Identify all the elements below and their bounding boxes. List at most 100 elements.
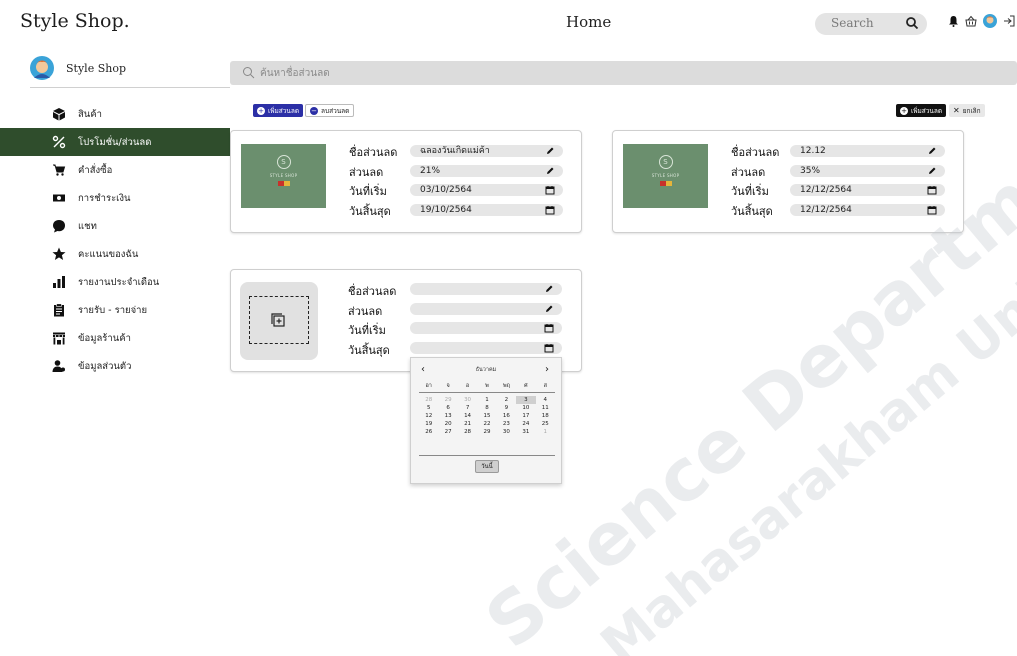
- pencil-icon[interactable]: [545, 166, 555, 176]
- sidebar-item-monthly-report[interactable]: รายงานประจำเดือน: [0, 268, 230, 296]
- sidebar-item-payments[interactable]: การชำระเงิน: [0, 184, 230, 212]
- calendar-day[interactable]: 22: [477, 420, 496, 428]
- discount-name-field[interactable]: 12.12: [790, 145, 945, 157]
- discount-name-value: ฉลองวันเกิดแม่ค้า: [420, 146, 490, 156]
- pencil-icon[interactable]: [544, 284, 554, 294]
- pencil-icon[interactable]: [544, 304, 554, 314]
- add-discount-button[interactable]: + เพิ่มส่วนลด: [253, 104, 304, 117]
- header-search[interactable]: Search: [815, 13, 927, 35]
- calendar-day[interactable]: 17: [516, 412, 535, 420]
- calendar-day[interactable]: 20: [438, 420, 457, 428]
- new-start-date-field[interactable]: [410, 322, 562, 334]
- pencil-icon[interactable]: [927, 166, 937, 176]
- calendar-day[interactable]: 8: [477, 404, 496, 412]
- discount-name-field[interactable]: ฉลองวันเกิดแม่ค้า: [410, 145, 563, 157]
- calendar-day[interactable]: 31: [516, 428, 535, 436]
- start-date-value: 12/12/2564: [800, 185, 852, 195]
- calendar-day[interactable]: 3: [516, 396, 536, 404]
- image-upload[interactable]: [240, 282, 318, 360]
- calendar-day[interactable]: 1: [477, 396, 496, 404]
- calendar-day[interactable]: 29: [477, 428, 496, 436]
- sidebar-item-profile-info[interactable]: ข้อมูลส่วนตัว: [0, 352, 230, 380]
- sidebar-item-products[interactable]: สินค้า: [0, 100, 230, 128]
- calendar-day[interactable]: 21: [458, 420, 477, 428]
- calendar-day[interactable]: 9: [497, 404, 516, 412]
- calendar-day[interactable]: 7: [458, 404, 477, 412]
- calendar-day[interactable]: 11: [536, 404, 555, 412]
- calendar-day[interactable]: 13: [438, 412, 457, 420]
- add-image-icon[interactable]: [271, 313, 287, 329]
- sidebar-item-income-expense[interactable]: รายรับ - รายจ่าย: [0, 296, 230, 324]
- search-icon[interactable]: [905, 16, 919, 30]
- calendar-day[interactable]: 30: [458, 396, 477, 404]
- header-search-input[interactable]: Search: [831, 16, 874, 30]
- calendar-day[interactable]: 18: [536, 412, 555, 420]
- discount-search-input[interactable]: ค้นหาชื่อส่วนลด: [260, 66, 330, 81]
- calendar-day[interactable]: 14: [458, 412, 477, 420]
- today-button[interactable]: วันนี้: [475, 460, 499, 473]
- calendar-day[interactable]: 5: [419, 404, 438, 412]
- calendar-day[interactable]: 25: [536, 420, 555, 428]
- sidebar-item-orders[interactable]: คำสั่งซื้อ: [0, 156, 230, 184]
- sidebar-item-chat[interactable]: แชท: [0, 212, 230, 240]
- pencil-icon[interactable]: [545, 146, 555, 156]
- discount-value-field[interactable]: 21%: [410, 165, 563, 177]
- calendar-day[interactable]: 27: [438, 428, 457, 436]
- label-end-date: วันสิ้นสุด: [349, 205, 391, 218]
- bell-icon[interactable]: [948, 15, 959, 27]
- calendar-day[interactable]: 19: [419, 420, 438, 428]
- calendar-day[interactable]: 10: [516, 404, 535, 412]
- sidebar-item-label: การชำระเงิน: [78, 192, 131, 204]
- logout-icon[interactable]: [1003, 15, 1015, 27]
- sidebar-item-promotions[interactable]: โปรโมชั่น/ส่วนลด: [0, 128, 230, 156]
- calendar-day[interactable]: 2: [497, 396, 516, 404]
- profile[interactable]: Style Shop: [30, 56, 126, 80]
- label-start-date: วันที่เริ่ม: [349, 185, 387, 198]
- calendar-day[interactable]: 26: [419, 428, 438, 436]
- start-date-field[interactable]: 03/10/2564: [410, 184, 563, 196]
- avatar[interactable]: [30, 56, 54, 80]
- calendar-day[interactable]: 28: [458, 428, 477, 436]
- calendar-day[interactable]: 29: [438, 396, 457, 404]
- end-date-field[interactable]: 19/10/2564: [410, 204, 563, 216]
- discount-value-field[interactable]: 35%: [790, 165, 945, 177]
- calendar-icon[interactable]: [544, 343, 554, 353]
- brand-logo[interactable]: Style Shop.: [20, 10, 130, 32]
- top-bar: Style Shop. Home Search: [0, 0, 1017, 44]
- calendar-day[interactable]: 1: [536, 428, 555, 436]
- calendar-day[interactable]: 4: [536, 396, 555, 404]
- add-discount-button-secondary[interactable]: + เพิ่มส่วนลด: [896, 104, 947, 117]
- calendar-day[interactable]: 24: [516, 420, 535, 428]
- cancel-button[interactable]: ✕ ยกเลิก: [949, 104, 985, 117]
- calendar-day[interactable]: 23: [497, 420, 516, 428]
- calendar-day[interactable]: 30: [497, 428, 516, 436]
- avatar-icon[interactable]: [983, 14, 997, 28]
- label-end-date: วันสิ้นสุด: [348, 344, 390, 357]
- calendar-day[interactable]: 15: [477, 412, 496, 420]
- calendar-day[interactable]: 6: [438, 404, 457, 412]
- start-date-field[interactable]: 12/12/2564: [790, 184, 945, 196]
- discount-search[interactable]: ค้นหาชื่อส่วนลด: [230, 61, 1017, 85]
- calendar-icon[interactable]: [927, 205, 937, 215]
- sidebar-item-store-info[interactable]: ข้อมูลร้านค้า: [0, 324, 230, 352]
- discount-name-value: 12.12: [800, 146, 826, 156]
- basket-icon[interactable]: [965, 15, 977, 27]
- sidebar-item-points[interactable]: คะแนนของฉัน: [0, 240, 230, 268]
- calendar-icon[interactable]: [545, 205, 555, 215]
- end-date-field[interactable]: 12/12/2564: [790, 204, 945, 216]
- calendar-icon[interactable]: [545, 185, 555, 195]
- calendar-day[interactable]: 12: [419, 412, 438, 420]
- new-discount-value-field[interactable]: [410, 303, 562, 315]
- calendar-day[interactable]: 16: [497, 412, 516, 420]
- calendar-day[interactable]: 28: [419, 396, 438, 404]
- pencil-icon[interactable]: [927, 146, 937, 156]
- sidebar-item-label: ข้อมูลส่วนตัว: [78, 360, 132, 372]
- chevron-right-icon[interactable]: ›: [545, 364, 549, 375]
- new-end-date-field[interactable]: [410, 342, 562, 354]
- calendar-icon[interactable]: [544, 323, 554, 333]
- delete-discount-button[interactable]: − ลบส่วนลด: [305, 104, 355, 117]
- new-discount-name-field[interactable]: [410, 283, 562, 295]
- sidebar-item-label: ข้อมูลร้านค้า: [78, 332, 131, 344]
- calendar-icon[interactable]: [927, 185, 937, 195]
- label-discount-name: ชื่อส่วนลด: [348, 285, 397, 298]
